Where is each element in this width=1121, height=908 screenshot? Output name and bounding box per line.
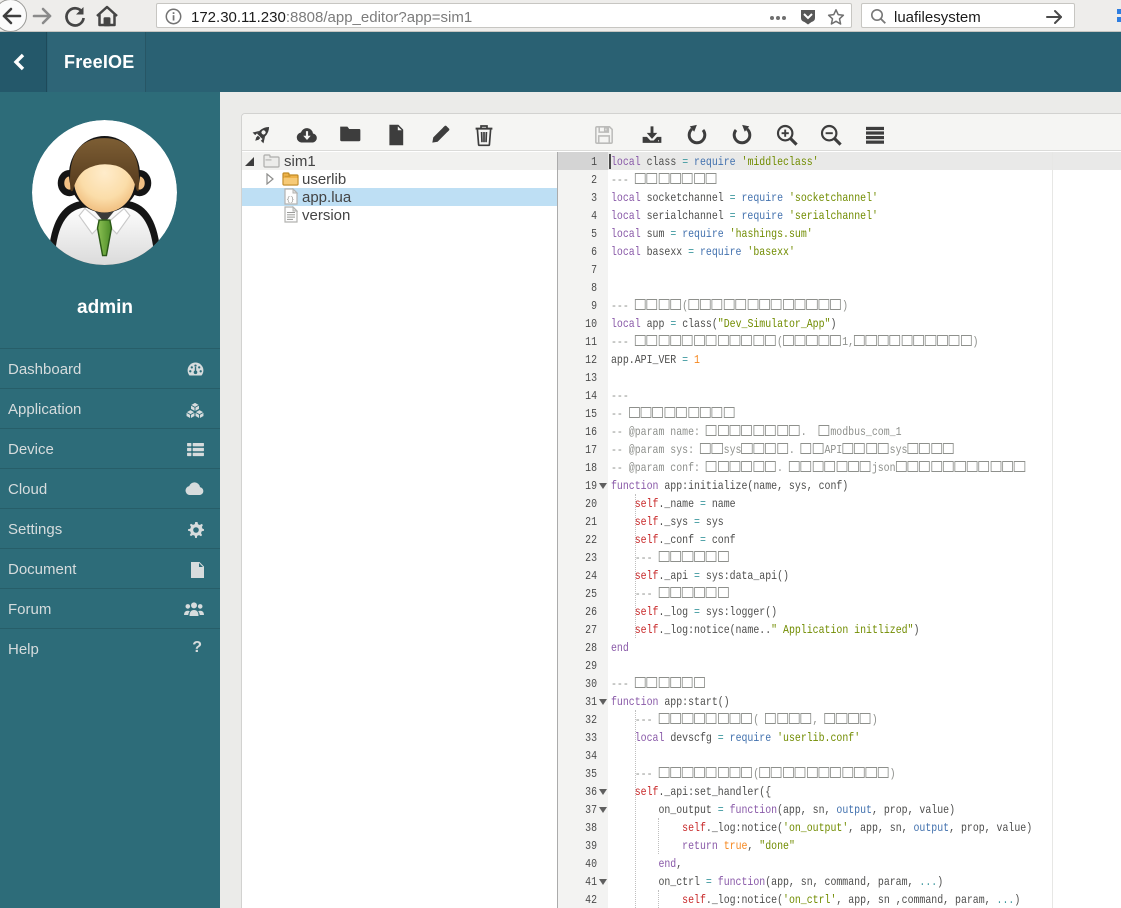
- svg-text:{}: {}: [286, 196, 294, 204]
